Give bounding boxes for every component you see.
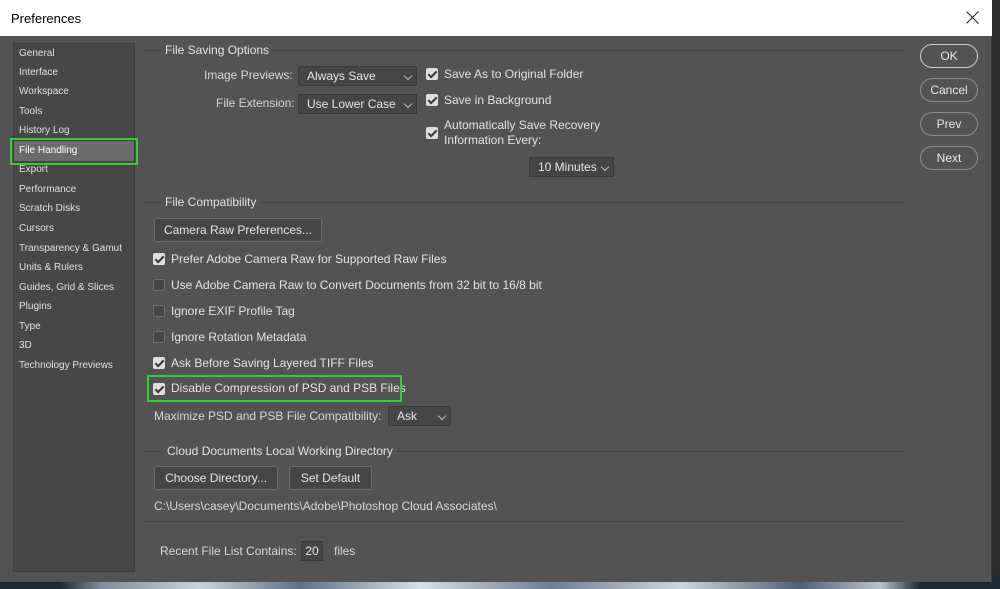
maximize-compat-select[interactable]: Ask (388, 406, 451, 426)
convert-32bit-checkbox[interactable] (153, 279, 165, 291)
sidebar-item-plugins[interactable]: Plugins (14, 297, 134, 317)
title-bar: Preferences (0, 0, 992, 36)
cloud-section-title: Cloud Documents Local Working Directory (163, 444, 397, 458)
ask-layered-tiff-checkbox[interactable] (153, 357, 165, 369)
preferences-dialog: Preferences General Interface Workspace … (0, 0, 992, 582)
cancel-button[interactable]: Cancel (920, 78, 978, 102)
image-previews-select[interactable]: Always Save (298, 66, 417, 86)
section-divider (145, 521, 903, 522)
ignore-exif-label: Ignore EXIF Profile Tag (171, 304, 295, 318)
chevron-down-icon (403, 99, 413, 109)
save-as-original-checkbox[interactable] (426, 68, 438, 80)
sidebar-item-interface[interactable]: Interface (14, 63, 134, 83)
sidebar-item-cursors[interactable]: Cursors (14, 219, 134, 239)
next-button[interactable]: Next (920, 146, 978, 170)
recent-files-label: Recent File List Contains: (160, 544, 297, 558)
sidebar-item-workspace[interactable]: Workspace (14, 82, 134, 102)
auto-save-recovery-label-line2: Information Every: (444, 133, 542, 147)
close-icon[interactable] (962, 7, 984, 29)
auto-save-recovery-checkbox[interactable] (426, 127, 438, 139)
recovery-interval-value: 10 Minutes (538, 160, 597, 174)
cloud-directory-path: C:\Users\casey\Documents\Adobe\Photoshop… (154, 499, 497, 513)
maximize-compat-value: Ask (397, 409, 418, 423)
sidebar-item-performance[interactable]: Performance (14, 180, 134, 200)
prefer-camera-raw-label: Prefer Adobe Camera Raw for Supported Ra… (171, 252, 447, 266)
disable-compression-checkbox[interactable] (153, 383, 165, 395)
ignore-rotation-label: Ignore Rotation Metadata (171, 330, 307, 344)
save-in-background-checkbox[interactable] (426, 94, 438, 106)
recovery-interval-select[interactable]: 10 Minutes (529, 157, 614, 177)
prev-button[interactable]: Prev (920, 112, 978, 136)
chevron-down-icon (600, 162, 610, 172)
file-extension-select[interactable]: Use Lower Case (298, 94, 417, 114)
sidebar-item-type[interactable]: Type (14, 317, 134, 337)
ok-button[interactable]: OK (920, 44, 978, 68)
sidebar-item-scratch-disks[interactable]: Scratch Disks (14, 199, 134, 219)
recent-files-suffix: files (334, 544, 356, 558)
image-previews-label: Image Previews: (204, 68, 293, 82)
sidebar-item-file-handling[interactable]: File Handling (14, 141, 134, 161)
sidebar-item-transparency-gamut[interactable]: Transparency & Gamut (14, 239, 134, 259)
chevron-down-icon (437, 411, 447, 421)
file-extension-value: Use Lower Case (307, 97, 396, 111)
save-in-background-label: Save in Background (444, 93, 552, 107)
sidebar-item-history-log[interactable]: History Log (14, 121, 134, 141)
sidebar-item-tools[interactable]: Tools (14, 102, 134, 122)
sidebar-item-guides-grid-slices[interactable]: Guides, Grid & Slices (14, 278, 134, 298)
preferences-sidebar: General Interface Workspace Tools Histor… (13, 43, 135, 572)
prefer-camera-raw-checkbox[interactable] (153, 253, 165, 265)
sidebar-item-general[interactable]: General (14, 44, 134, 64)
sidebar-item-technology-previews[interactable]: Technology Previews (14, 356, 134, 376)
file-extension-label: File Extension: (216, 96, 295, 110)
ask-layered-tiff-label: Ask Before Saving Layered TIFF Files (171, 356, 374, 370)
ignore-exif-checkbox[interactable] (153, 305, 165, 317)
choose-directory-button[interactable]: Choose Directory... (154, 466, 278, 490)
chevron-down-icon (403, 71, 413, 81)
sidebar-item-units-rulers[interactable]: Units & Rulers (14, 258, 134, 278)
auto-save-recovery-label-line1: Automatically Save Recovery (444, 118, 601, 132)
recent-files-count-input[interactable]: 20 (301, 541, 323, 561)
sidebar-item-3d[interactable]: 3D (14, 336, 134, 356)
disable-compression-label: Disable Compression of PSD and PSB Files (171, 381, 406, 395)
file-compat-section-title: File Compatibility (161, 195, 261, 209)
dialog-title: Preferences (11, 11, 82, 26)
file-saving-section-title: File Saving Options (161, 43, 274, 57)
ignore-rotation-checkbox[interactable] (153, 331, 165, 343)
set-default-button[interactable]: Set Default (289, 466, 372, 490)
camera-raw-preferences-button[interactable]: Camera Raw Preferences... (154, 218, 322, 242)
maximize-compat-label: Maximize PSD and PSB File Compatibility: (154, 409, 382, 423)
sidebar-item-export[interactable]: Export (14, 160, 134, 180)
save-as-original-label: Save As to Original Folder (444, 67, 584, 81)
convert-32bit-label: Use Adobe Camera Raw to Convert Document… (171, 278, 542, 292)
image-previews-value: Always Save (307, 69, 376, 83)
